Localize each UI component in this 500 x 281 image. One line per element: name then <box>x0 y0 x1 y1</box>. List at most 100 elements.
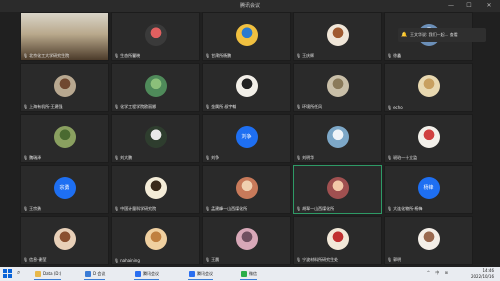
avatar <box>417 125 440 148</box>
participant-tile[interactable]: 🎙甘肃所杨鹏 <box>202 12 291 61</box>
participant-name-label: 胡翠—山西煤化所 <box>302 206 335 211</box>
participant-name: 🎙郭明 <box>387 257 401 263</box>
windows-taskbar: ⌕ Data (D:) D 会议 腾讯会议 腾讯会议 微信 ^ 中 ⊞ 14:46 20… <box>0 267 500 281</box>
participant-name-label: 王晨 <box>211 257 220 262</box>
participant-name-label: 琥珀一十立监 <box>393 155 418 160</box>
search-icon[interactable]: ⌕ <box>17 269 25 277</box>
microphone-icon: 🎙 <box>114 104 120 109</box>
participant-name-label: 大连化物所-杨锋 <box>393 206 423 211</box>
avatar <box>326 125 349 148</box>
avatar <box>144 23 167 46</box>
taskbar-item-label: 腾讯会议 <box>143 271 159 276</box>
participant-name: 🎙王宗勇 <box>23 206 41 212</box>
app-icon <box>135 271 141 277</box>
app-icon <box>241 271 247 277</box>
participant-tile[interactable]: 🎙环境所任风 <box>293 63 382 112</box>
participant-tile[interactable]: 🎙琥珀一十立监 <box>384 114 473 163</box>
participant-tile[interactable]: 🎙金属所 叔宇翰 <box>202 63 291 112</box>
participant-name-label: 郭明 <box>393 257 402 262</box>
taskbar-item[interactable]: 腾讯会议 <box>188 268 213 280</box>
participant-tile[interactable]: 🎙生态所瞿晓 <box>111 12 200 61</box>
participant-tile[interactable]: 🎙化学工程学院欧丽娜 <box>111 63 200 112</box>
taskbar-item[interactable]: D 会议 <box>84 268 106 280</box>
participant-tile[interactable]: 🎙王晨 <box>202 216 291 265</box>
taskbar-item-label: 腾讯会议 <box>197 271 213 276</box>
avatar <box>235 23 258 46</box>
participant-grid: 🎙北京化工大学研究生院 🎙生态所瞿晓 🎙甘肃所杨鹏 🎙王庆辉 🎙徐鑫 🎙上海有机所-王建强… <box>20 12 478 267</box>
participant-tile[interactable]: 刘争 🎙刘争 <box>202 114 291 163</box>
participant-tile[interactable]: 🎙孟建峰—山西煤化所 <box>202 165 291 214</box>
participant-tile[interactable]: 🎙echo <box>384 63 473 112</box>
minimize-button[interactable]: — <box>444 0 458 12</box>
participant-name-label: nahaining <box>120 258 140 263</box>
participant-tile[interactable]: 🎙宁波材料所研究生处 <box>293 216 382 265</box>
microphone-icon: 🎙 <box>114 206 120 211</box>
participant-tile[interactable]: 🎙魏瑞泽 <box>20 114 109 163</box>
participant-name: 🎙生态所瞿晓 <box>114 53 140 59</box>
participant-name-label: 王庆辉 <box>302 53 315 58</box>
participant-tile[interactable]: 🎙上海有机所-王建强 <box>20 63 109 112</box>
microphone-icon: 🎙 <box>387 53 393 58</box>
microphone-icon: 🎙 <box>114 53 120 58</box>
microphone-icon: 🎙 <box>387 105 393 110</box>
avatar <box>144 125 167 148</box>
chat-notification[interactable]: 🔔 王文华说: 我们一起... 查看 <box>398 28 486 42</box>
microphone-icon: 🎙 <box>23 257 29 262</box>
participant-name-label: 中国计量科学研究院 <box>120 206 157 211</box>
participant-tile[interactable]: 杨锋 🎙大连化物所-杨锋 <box>384 165 473 214</box>
microphone-icon: 🎙 <box>205 155 211 160</box>
microphone-icon: 🎙 <box>205 257 211 262</box>
participant-tile[interactable]: 🎙胡翠—山西煤化所 <box>293 165 382 214</box>
microphone-icon: 🎙 <box>296 206 302 211</box>
system-tray[interactable]: ^ 中 ⊞ <box>427 270 450 276</box>
microphone-icon: 🎙 <box>23 53 29 58</box>
participant-name-label: 徐鑫 <box>393 53 402 58</box>
avatar <box>326 74 349 97</box>
close-button[interactable]: ✕ <box>482 0 496 12</box>
avatar <box>417 227 440 250</box>
participant-tile[interactable]: 🎙王庆辉 <box>293 12 382 61</box>
participant-tile[interactable]: 🎙中国计量科学研究院 <box>111 165 200 214</box>
participant-name-label: 化学工程学院欧丽娜 <box>120 104 157 109</box>
avatar-initials: 杨锋 <box>417 176 440 199</box>
participant-tile[interactable]: 🎙信息-谢堃 <box>20 216 109 265</box>
participant-name-label: 甘肃所杨鹏 <box>211 53 232 58</box>
participant-name: 🎙上海有机所-王建强 <box>23 104 63 110</box>
avatar <box>417 74 440 97</box>
participant-tile[interactable]: 🎙nahaining <box>111 216 200 265</box>
maximize-button[interactable]: ☐ <box>462 0 476 12</box>
participant-name: 🎙金属所 叔宇翰 <box>205 104 236 110</box>
participant-name: 🎙王晨 <box>205 257 219 263</box>
participant-tile[interactable]: 🎙北京化工大学研究生院 <box>20 12 109 61</box>
avatar <box>235 74 258 97</box>
participant-name-label: 上海有机所-王建强 <box>29 104 63 109</box>
microphone-icon: 🎙 <box>296 53 302 58</box>
taskbar-item[interactable]: 腾讯会议 <box>134 268 159 280</box>
participant-name-label: 生态所瞿晓 <box>120 53 141 58</box>
microphone-icon: 🎙 <box>296 257 302 262</box>
microphone-icon: 🎙 <box>387 206 393 211</box>
participant-name: 🎙徐鑫 <box>387 53 401 59</box>
participant-name-label: 环境所任风 <box>302 104 323 109</box>
participant-tile[interactable]: 🎙刘明华 <box>293 114 382 163</box>
participant-name-label: 魏瑞泽 <box>29 155 42 160</box>
avatar <box>53 125 76 148</box>
participant-name: 🎙宁波材料所研究生处 <box>296 257 338 263</box>
participant-name-label: 宁波材料所研究生处 <box>302 257 339 262</box>
participant-tile[interactable]: 🎙郭明 <box>384 216 473 265</box>
participant-tile[interactable]: 🎙刘大鹏 <box>111 114 200 163</box>
participant-name: 🎙信息-谢堃 <box>23 257 47 263</box>
clock[interactable]: 14:46 2022/10/16 <box>471 268 494 280</box>
microphone-icon: 🎙 <box>205 53 211 58</box>
participant-name: 🎙孟建峰—山西煤化所 <box>205 206 247 212</box>
start-menu-icon[interactable] <box>3 269 12 278</box>
microphone-icon: 🎙 <box>296 104 302 109</box>
microphone-icon: 🎙 <box>296 155 302 160</box>
participant-tile[interactable]: 宗勇 🎙王宗勇 <box>20 165 109 214</box>
taskbar-item-label: Data (D:) <box>43 271 62 276</box>
avatar <box>144 74 167 97</box>
taskbar-item-label: 微信 <box>249 271 257 276</box>
taskbar-item[interactable]: Data (D:) <box>34 268 62 280</box>
taskbar-item[interactable]: 微信 <box>240 268 257 280</box>
participant-name-label: 孟建峰—山西煤化所 <box>211 206 248 211</box>
